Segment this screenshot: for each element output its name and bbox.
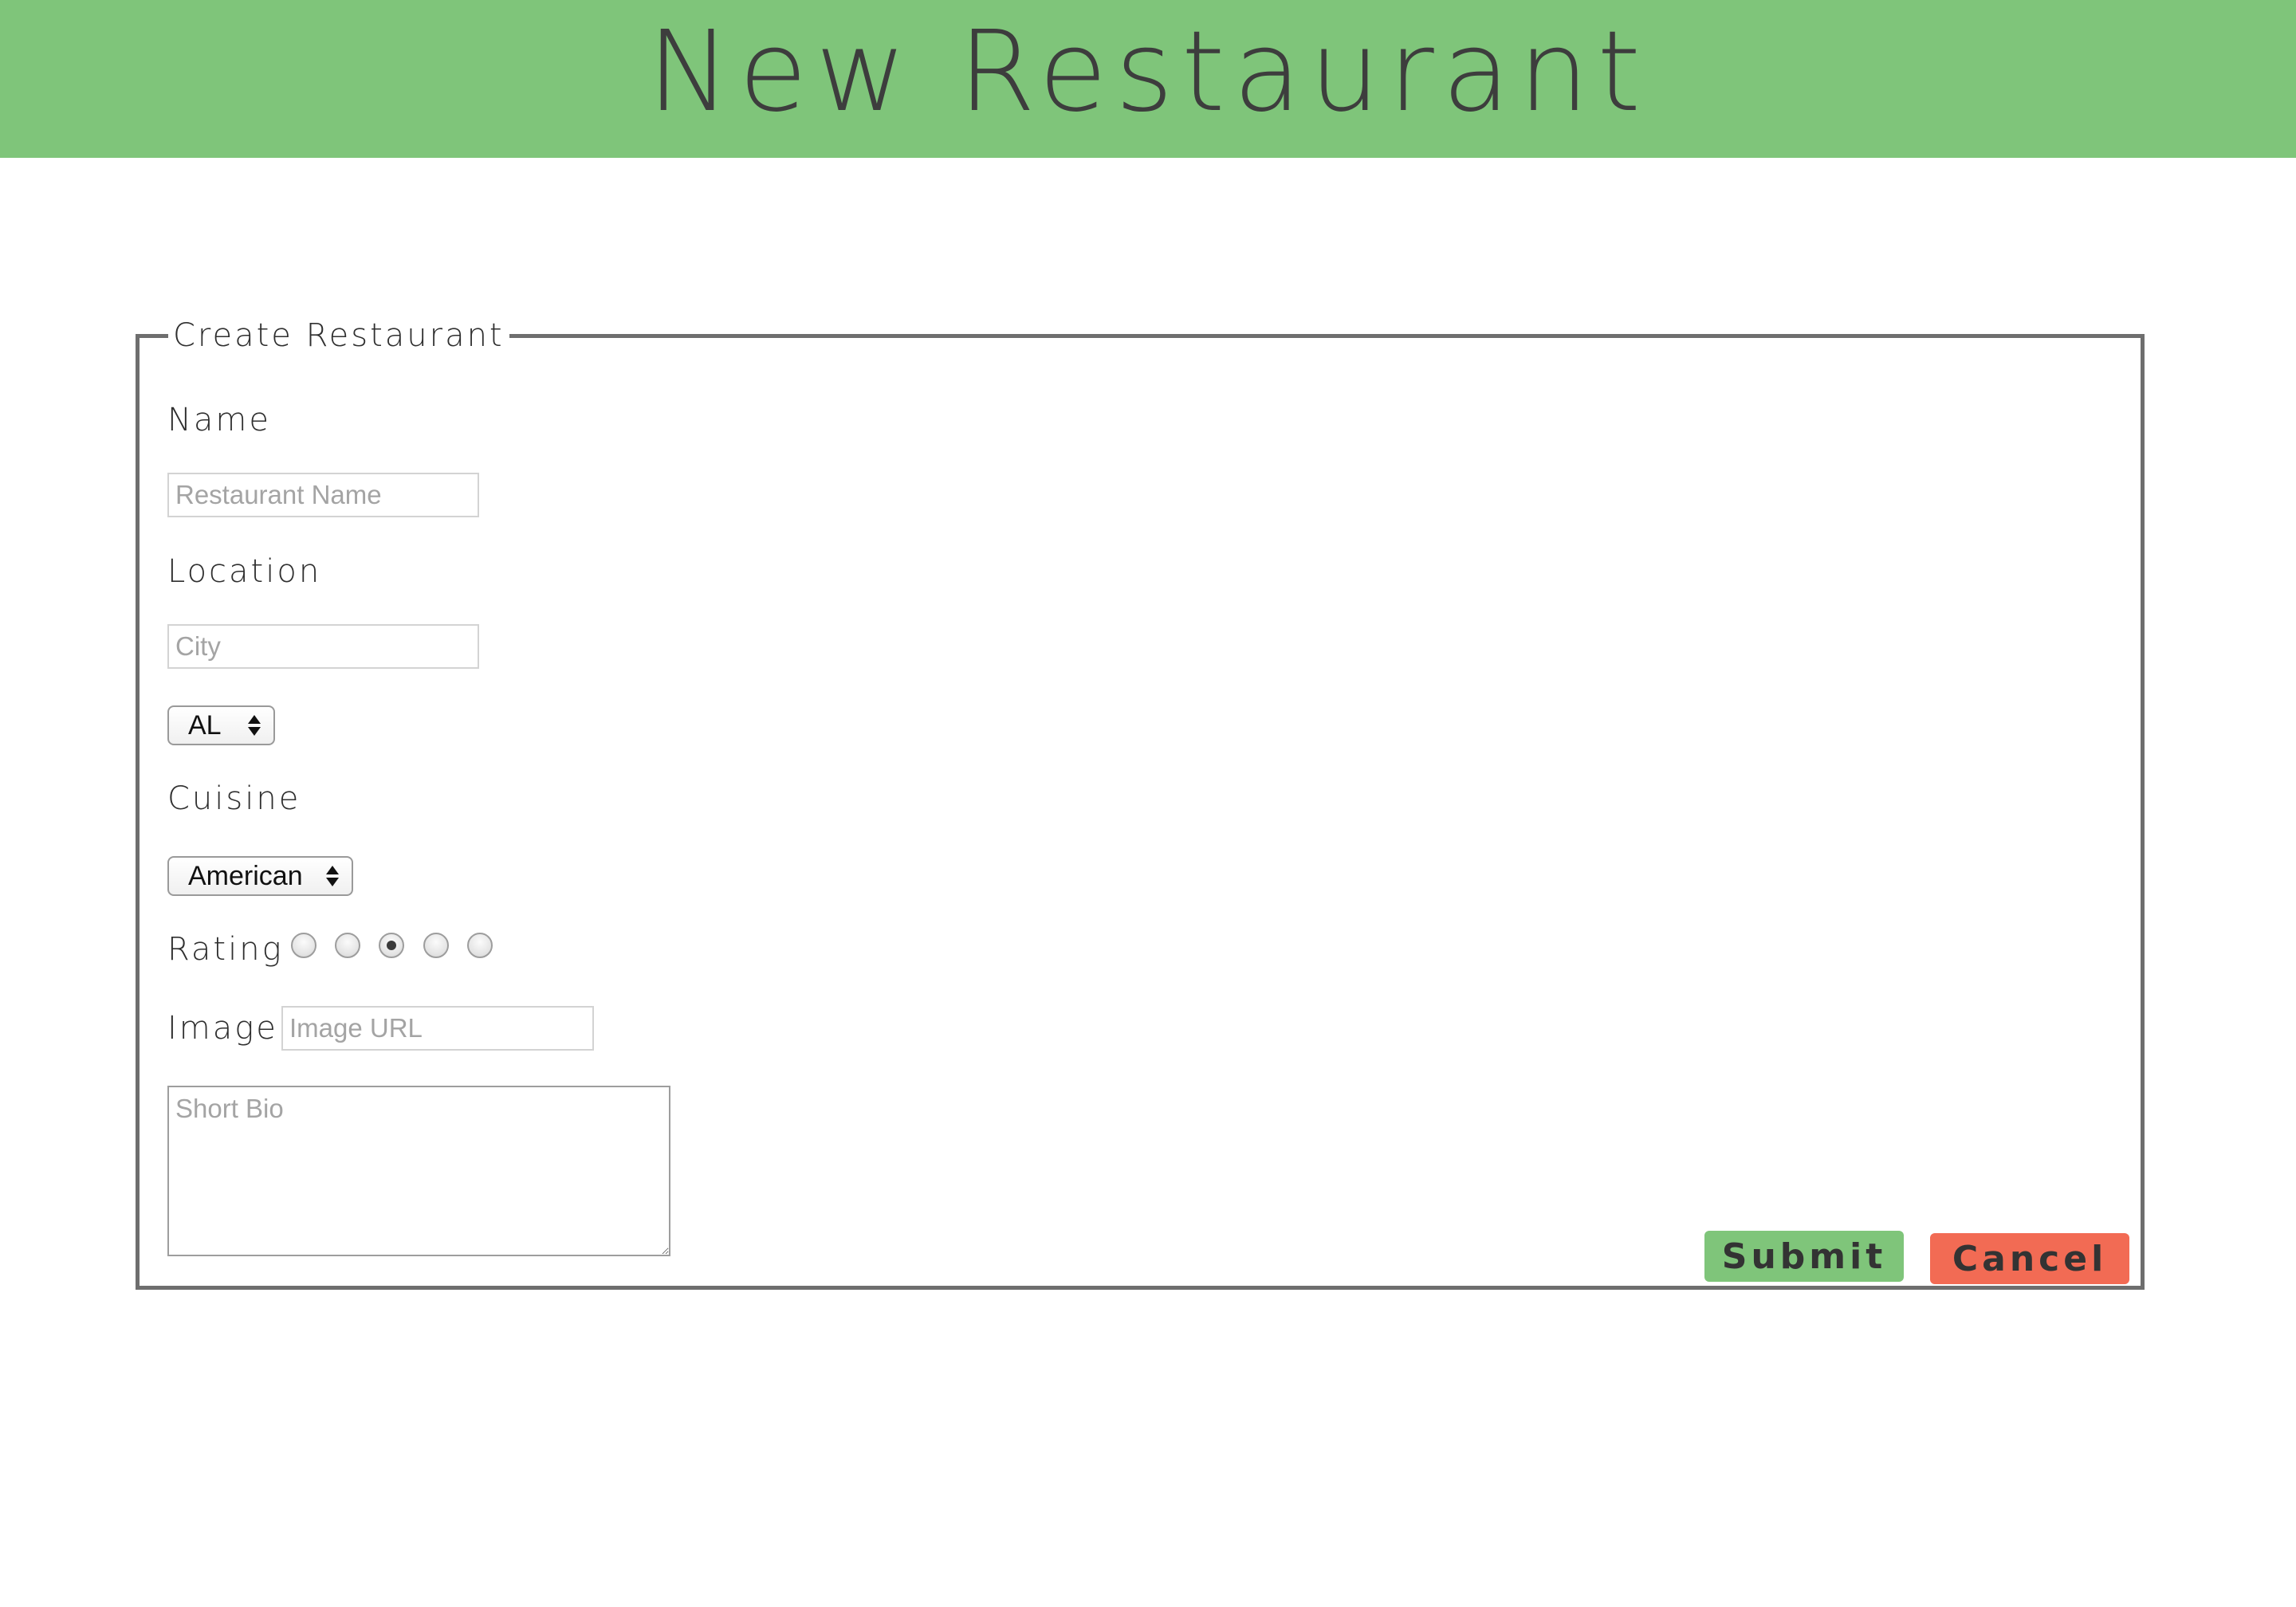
state-select-value: AL: [188, 709, 222, 741]
rating-radio-2[interactable]: [335, 933, 360, 958]
page-title: New Restaurant: [647, 7, 1649, 137]
short-bio-textarea[interactable]: [167, 1086, 670, 1256]
image-url-input[interactable]: [281, 1006, 594, 1051]
city-input[interactable]: [167, 624, 479, 669]
cuisine-label: Cuisine: [167, 780, 301, 817]
name-label: Name: [167, 402, 272, 438]
select-arrows-icon: [326, 866, 339, 886]
page-header: New Restaurant: [0, 0, 2296, 158]
rating-radio-4[interactable]: [423, 933, 449, 958]
rating-radio-5[interactable]: [467, 933, 493, 958]
cuisine-select[interactable]: American: [167, 856, 353, 896]
rating-radio-3[interactable]: [379, 933, 404, 958]
cuisine-select-value: American: [188, 860, 303, 891]
rating-label: Rating: [167, 931, 284, 968]
create-restaurant-form: Create Restaurant Name Location AL Cuisi…: [136, 317, 2145, 1290]
location-label: Location: [167, 553, 322, 590]
image-label: Image: [167, 1010, 278, 1047]
cancel-button[interactable]: Cancel: [1930, 1233, 2129, 1284]
select-arrows-icon: [248, 715, 261, 736]
form-legend: Create Restaurant: [173, 317, 505, 354]
restaurant-name-input[interactable]: [167, 473, 479, 517]
state-select[interactable]: AL: [167, 705, 275, 745]
rating-radio-1[interactable]: [291, 933, 316, 958]
submit-button[interactable]: Submit: [1704, 1231, 1904, 1282]
